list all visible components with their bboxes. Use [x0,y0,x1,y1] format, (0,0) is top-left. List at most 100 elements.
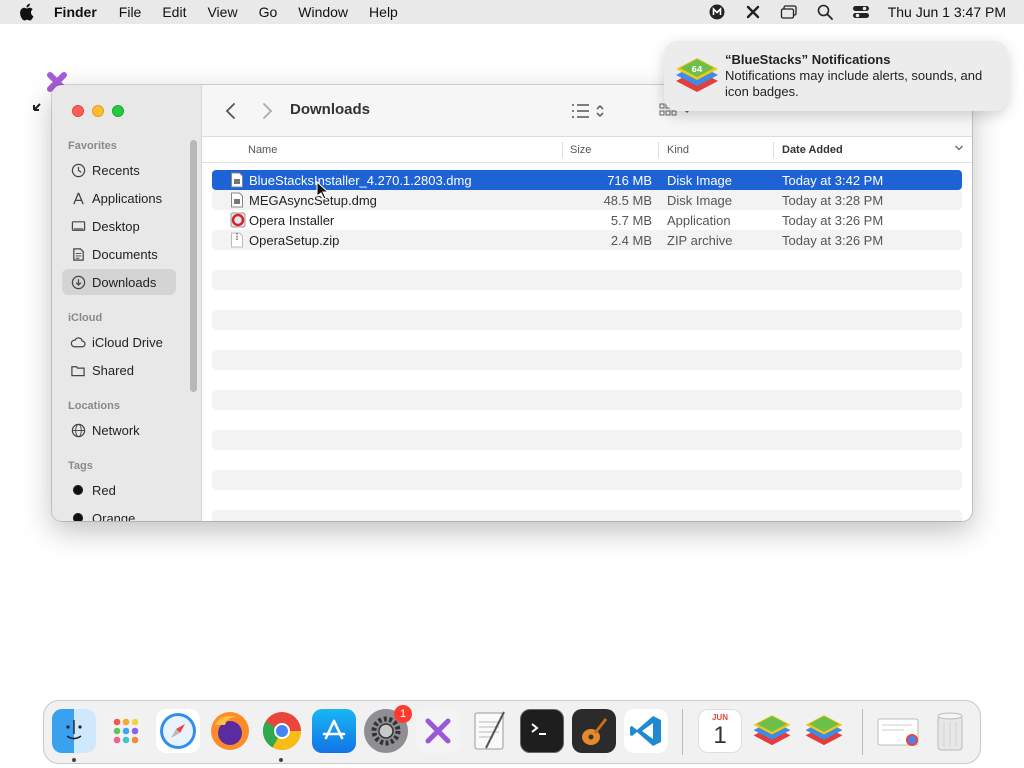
zip-icon [230,232,244,248]
notification-badge: 1 [394,705,412,723]
empty-row [212,250,962,270]
menu-go[interactable]: Go [259,4,278,20]
crossover-status-icon[interactable] [744,3,762,21]
sidebar: Favorites Recents Applications Desktop D… [52,85,202,521]
window-title: Downloads [290,101,371,118]
empty-row [212,290,962,310]
sidebar-item-label: Desktop [92,218,140,234]
menu-file[interactable]: File [119,4,142,20]
empty-row [212,450,962,470]
empty-row [212,430,962,450]
tag-dot-icon [70,510,86,521]
cloud-icon [70,334,86,350]
sidebar-header-favorites: Favorites [68,140,117,152]
sidebar-item-downloads[interactable]: Downloads [62,269,176,295]
mouse-cursor [316,180,330,201]
sidebar-item-label: Network [92,422,140,438]
file-date-added: Today at 3:42 PM [782,173,884,188]
sidebar-tag-orange[interactable]: Orange [62,505,176,521]
file-date-added: Today at 3:26 PM [782,213,884,228]
menu-clock[interactable]: Thu Jun 1 3:47 PM [888,4,1006,20]
empty-row [212,490,962,510]
sidebar-tag-red[interactable]: Red [62,477,176,503]
file-row[interactable]: OperaSetup.zip 2.4 MB ZIP archive Today … [212,230,962,250]
screen-mirroring-icon[interactable] [780,3,798,21]
notification-title: “BlueStacks” Notifications [725,52,891,67]
file-row[interactable]: Opera Installer 5.7 MB Application Today… [212,210,962,230]
desktop-icon [70,218,86,234]
download-icon [70,274,86,290]
empty-row [212,330,962,350]
sidebar-item-icloud-drive[interactable]: iCloud Drive [62,329,176,355]
firefox-icon[interactable] [208,709,252,753]
finder-icon[interactable] [52,709,96,753]
mega-status-icon[interactable] [708,3,726,21]
file-kind: Application [667,213,731,228]
column-header-name[interactable]: Name [248,144,277,156]
bluestacks-icon: 64 [672,53,722,99]
chrome-icon[interactable] [260,709,304,753]
app-store-icon[interactable] [312,709,356,753]
empty-row [212,410,962,430]
file-date-added: Today at 3:28 PM [782,193,884,208]
sidebar-item-shared[interactable]: Shared [62,357,176,383]
sort-chevron-icon[interactable] [954,143,964,156]
calendar-day: 1 [713,722,727,749]
file-date-added: Today at 3:26 PM [782,233,884,248]
menu-view[interactable]: View [207,4,237,20]
menu-window[interactable]: Window [298,4,348,20]
column-header-date-added[interactable]: Date Added [782,144,843,156]
window-controls [72,105,124,117]
minimize-button[interactable] [92,105,104,117]
sidebar-item-network[interactable]: Network [62,417,176,443]
bluestacks-dock-icon[interactable] [750,709,794,753]
sidebar-item-label: Recents [92,162,140,178]
bluestacks-installer-dock-icon[interactable] [802,709,846,753]
empty-row [212,390,962,410]
terminal-icon[interactable] [520,709,564,753]
menu-app-finder[interactable]: Finder [54,4,97,20]
file-size: 5.7 MB [610,213,652,228]
column-header-size[interactable]: Size [570,144,591,156]
system-settings-icon[interactable]: 1 [364,705,412,753]
downloads-stack-icon[interactable] [876,709,920,753]
sidebar-item-label: iCloud Drive [92,334,163,350]
sidebar-header-tags: Tags [68,460,93,472]
file-name: OperaSetup.zip [249,233,340,248]
file-size: 48.5 MB [603,193,652,208]
shared-folder-icon [70,362,86,378]
file-size: 2.4 MB [610,233,652,248]
notification-banner[interactable]: 64 “BlueStacks” Notifications Notificati… [664,41,1008,111]
spotlight-search-icon[interactable] [816,3,834,21]
sidebar-item-recents[interactable]: Recents [62,157,176,183]
sidebar-scrollbar[interactable] [190,140,197,392]
list-view-button[interactable] [570,99,610,123]
apple-menu-icon[interactable] [18,3,36,21]
trash-icon[interactable] [928,709,972,753]
vscode-icon[interactable] [624,709,668,753]
menu-edit[interactable]: Edit [162,4,186,20]
forward-button[interactable] [258,100,276,122]
sidebar-item-label: Downloads [92,274,157,290]
control-center-icon[interactable] [852,3,870,21]
menu-help[interactable]: Help [369,4,398,20]
calendar-icon[interactable]: JUN 1 [698,709,742,753]
column-headers: Name Size Kind Date Added [202,137,972,163]
crossover-icon[interactable] [416,709,460,753]
column-header-kind[interactable]: Kind [667,144,689,156]
empty-row [212,310,962,330]
zoom-button[interactable] [112,105,124,117]
sidebar-item-applications[interactable]: Applications [62,185,176,211]
file-name: Opera Installer [249,213,335,228]
safari-icon[interactable] [156,709,200,753]
sidebar-item-desktop[interactable]: Desktop [62,213,176,239]
garageband-icon[interactable] [572,709,616,753]
sidebar-item-label: Documents [92,246,158,262]
sidebar-item-documents[interactable]: Documents [62,241,176,267]
opera-installer-icon [230,212,246,228]
close-button[interactable] [72,105,84,117]
launchpad-icon[interactable] [104,709,148,753]
file-kind: Disk Image [667,173,733,188]
back-button[interactable] [222,100,240,122]
textedit-icon[interactable] [468,709,512,753]
